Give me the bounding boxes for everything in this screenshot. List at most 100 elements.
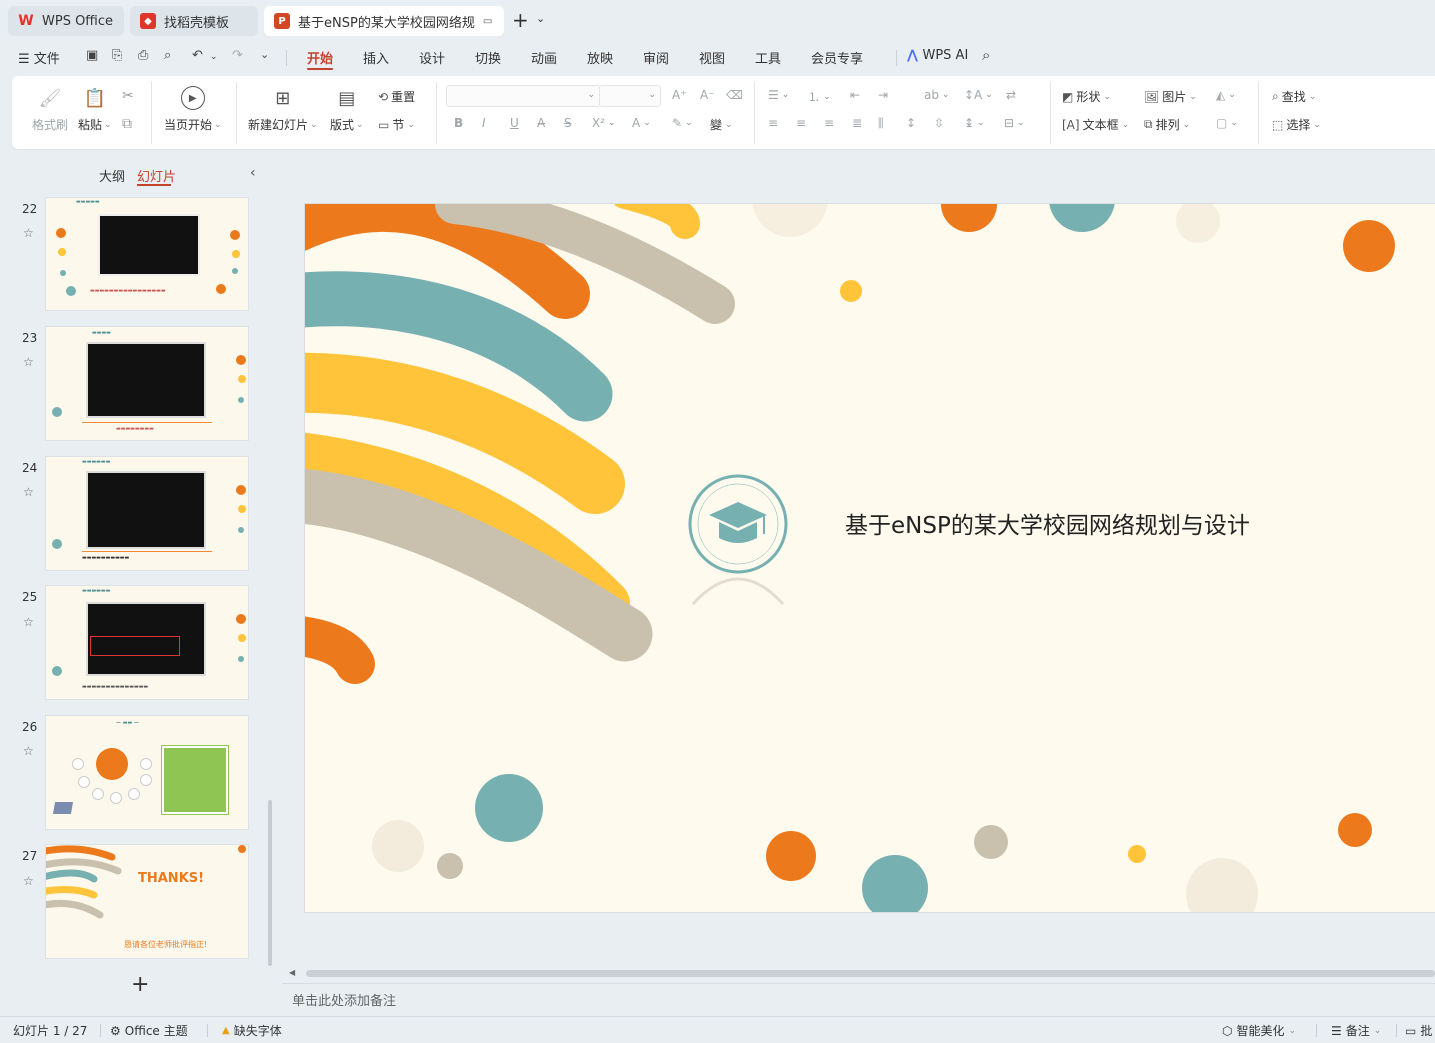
select-button[interactable]: ⬚ 选择 ⌄ xyxy=(1272,116,1321,133)
align-right-icon[interactable]: ≡ xyxy=(824,116,834,130)
add-slide-plus-icon[interactable]: + xyxy=(131,972,149,997)
justify-icon[interactable]: ≣ xyxy=(852,116,862,130)
star-icon[interactable]: ☆ xyxy=(23,485,34,499)
menu-tab-review[interactable]: 审阅 xyxy=(643,48,669,67)
format-painter-button[interactable]: 🖌 格式刷 xyxy=(32,86,68,133)
smart-beautify-button[interactable]: ⬡ 智能美化 ⌄ xyxy=(1222,1022,1296,1039)
undo-dropdown-icon[interactable]: ⌄ xyxy=(210,52,218,62)
star-icon[interactable]: ☆ xyxy=(23,874,34,888)
star-icon[interactable]: ☆ xyxy=(23,615,34,629)
save-icon[interactable]: ▣ xyxy=(86,48,98,63)
file-menu[interactable]: ☰ 文件 xyxy=(18,48,60,67)
copy-icon[interactable]: ⧉ xyxy=(122,116,132,132)
arrange-button[interactable]: ⧉ 排列 ⌄ xyxy=(1144,116,1190,133)
new-tab-plus-icon[interactable]: + xyxy=(512,8,529,32)
export-pdf-icon[interactable]: ⎘ xyxy=(112,48,122,63)
shadow-text-icon[interactable]: S̶ xyxy=(564,116,572,130)
find-button[interactable]: ⌕ 查找 ⌄ xyxy=(1272,88,1316,105)
tab-wps-office[interactable]: W WPS Office xyxy=(8,6,124,36)
menu-tab-tools[interactable]: 工具 xyxy=(755,48,781,67)
cut-icon[interactable]: ✂ xyxy=(122,88,134,104)
collapse-panel-chevron-icon[interactable]: ‹ xyxy=(250,165,256,181)
menu-tab-design[interactable]: 设计 xyxy=(419,48,445,67)
distribute-icon[interactable]: ⫼ xyxy=(878,116,884,131)
phonetic-icon[interactable]: 變 ⌄ xyxy=(710,116,733,133)
horizontal-scrollbar[interactable] xyxy=(306,970,1435,977)
strikethrough-icon[interactable]: A̶ xyxy=(537,116,545,130)
tab-list-chevron-icon[interactable]: ⌄ xyxy=(536,12,545,25)
decrease-indent-icon[interactable]: ⇤ xyxy=(850,88,860,102)
menu-tab-insert[interactable]: 插入 xyxy=(363,48,389,67)
undo-icon[interactable]: ↶ xyxy=(192,48,203,63)
star-icon[interactable]: ☆ xyxy=(23,226,34,240)
menu-tab-transition[interactable]: 切换 xyxy=(475,48,501,67)
font-family-select[interactable]: ⌄ xyxy=(446,85,600,107)
italic-icon[interactable]: I xyxy=(482,116,486,130)
start-from-current-button[interactable]: ▶ 当页开始 ⌄ xyxy=(164,86,222,133)
tab-current-document[interactable]: P 基于eNSP的某大学校园网络规 ▭ xyxy=(264,6,504,36)
menu-tab-slideshow[interactable]: 放映 xyxy=(587,48,613,67)
decrease-font-icon[interactable]: A⁻ xyxy=(700,88,715,102)
notes-toggle-button[interactable]: ☰ 备注 ⌄ xyxy=(1331,1022,1381,1039)
paste-button[interactable]: 📋 粘贴 ⌄ xyxy=(78,86,112,133)
slide-thumbnail-25[interactable]: ▬▬▬▬▬▬ ▬▬▬▬▬▬▬▬▬▬▬▬▬▬ xyxy=(46,586,248,699)
columns-icon[interactable]: ⊟ ⌄ xyxy=(1004,116,1025,130)
increase-indent-icon[interactable]: ⇥ xyxy=(878,88,888,102)
shape-button[interactable]: ◩ 形状 ⌄ xyxy=(1062,88,1111,105)
slide-thumbnail-23[interactable]: ▬▬▬▬ ▬▬▬▬▬▬▬▬ xyxy=(46,327,248,440)
print-icon[interactable]: ⎙ xyxy=(138,48,148,63)
slide-thumbnail-26[interactable]: — ▬▬ — xyxy=(46,716,248,829)
scroll-left-arrow-icon[interactable]: ◀ xyxy=(289,968,295,977)
slide-thumbnail-24[interactable]: ▬▬▬▬▬▬ ▬▬▬▬▬▬▬▬▬▬ xyxy=(46,457,248,570)
quick-access-chevron-icon[interactable]: ⌄ xyxy=(260,48,269,61)
star-icon[interactable]: ☆ xyxy=(23,355,34,369)
text-direction-icon[interactable]: ab ⌄ xyxy=(924,88,950,102)
align-left-icon[interactable]: ≡ xyxy=(768,116,778,130)
menu-tab-view[interactable]: 视图 xyxy=(699,48,725,67)
slide-thumbnail-22[interactable]: ▬▬▬▬▬ ▬▬▬▬▬▬▬▬▬▬▬▬▬▬▬▬ xyxy=(46,198,248,310)
wps-ai-button[interactable]: ⋀ WPS AI xyxy=(907,48,968,63)
reset-button[interactable]: ⟲ 重置 xyxy=(378,88,415,105)
vertical-align-icon[interactable]: ↨ ⌄ xyxy=(964,116,985,130)
font-size-select[interactable]: ⌄ xyxy=(599,85,661,107)
slide-thumbnail-27[interactable]: THANKS! 恳请各位老师批评指正! xyxy=(46,845,248,958)
numbering-icon[interactable]: ⒈ ⌄ xyxy=(808,88,831,105)
layout-button[interactable]: ▤ 版式 ⌄ xyxy=(330,86,364,133)
menu-tab-home[interactable]: 开始 xyxy=(307,48,333,67)
fill-icon[interactable]: ◭ ⌄ xyxy=(1216,88,1236,102)
underline-icon[interactable]: U xyxy=(510,116,519,130)
sort-icon[interactable]: ↕A ⌄ xyxy=(964,88,993,102)
section-button[interactable]: ▭ 节 ⌄ xyxy=(378,116,415,133)
increase-font-icon[interactable]: A⁺ xyxy=(672,88,687,102)
tab-slides[interactable]: 幻灯片 xyxy=(137,166,176,185)
paragraph-spacing-icon[interactable]: ⇳ xyxy=(934,116,944,130)
current-slide[interactable]: 基于eNSP的某大学校园网络规划与设计 xyxy=(305,204,1435,912)
bullets-icon[interactable]: ☰ ⌄ xyxy=(768,88,789,102)
align-center-icon[interactable]: ≡ xyxy=(796,116,806,130)
menu-tab-member[interactable]: 会员专享 xyxy=(811,48,863,67)
picture-button[interactable]: 🖼 图片 ⌄ xyxy=(1144,88,1197,105)
theme-button[interactable]: ⚙ Office 主题 xyxy=(110,1022,188,1039)
redo-icon[interactable]: ↷ xyxy=(232,48,243,63)
star-icon[interactable]: ☆ xyxy=(23,744,34,758)
menu-tab-animation[interactable]: 动画 xyxy=(531,48,557,67)
font-color-icon[interactable]: A ⌄ xyxy=(632,116,651,130)
convert-icon[interactable]: ⇄ xyxy=(1006,88,1016,102)
panel-scrollbar[interactable] xyxy=(268,800,272,966)
tab-outline[interactable]: 大纲 xyxy=(99,166,125,185)
outline-icon[interactable]: ▢ ⌄ xyxy=(1216,116,1238,130)
clear-format-icon[interactable]: ⌫ xyxy=(726,88,743,102)
search-icon[interactable]: ⌕ xyxy=(982,46,990,64)
textbox-button[interactable]: [A] 文本框 ⌄ xyxy=(1062,116,1129,133)
comment-button[interactable]: ▭ 批 xyxy=(1405,1022,1432,1039)
slide-title[interactable]: 基于eNSP的某大学校园网络规划与设计 xyxy=(845,506,1250,540)
highlight-icon[interactable]: ✎ ⌄ xyxy=(672,116,693,130)
bold-icon[interactable]: B xyxy=(454,116,463,130)
line-spacing-icon[interactable]: ↕ xyxy=(906,116,916,130)
print-preview-icon[interactable]: ⌕ xyxy=(164,48,171,63)
missing-font-button[interactable]: ▲ 缺失字体 xyxy=(222,1022,282,1039)
new-slide-button[interactable]: ⊞ 新建幻灯片 ⌄ xyxy=(248,86,318,133)
notes-input[interactable]: 单击此处添加备注 xyxy=(292,990,396,1009)
superscript-icon[interactable]: X² ⌄ xyxy=(592,116,616,130)
tab-template[interactable]: ◆ 找稻壳模板 xyxy=(130,6,258,36)
